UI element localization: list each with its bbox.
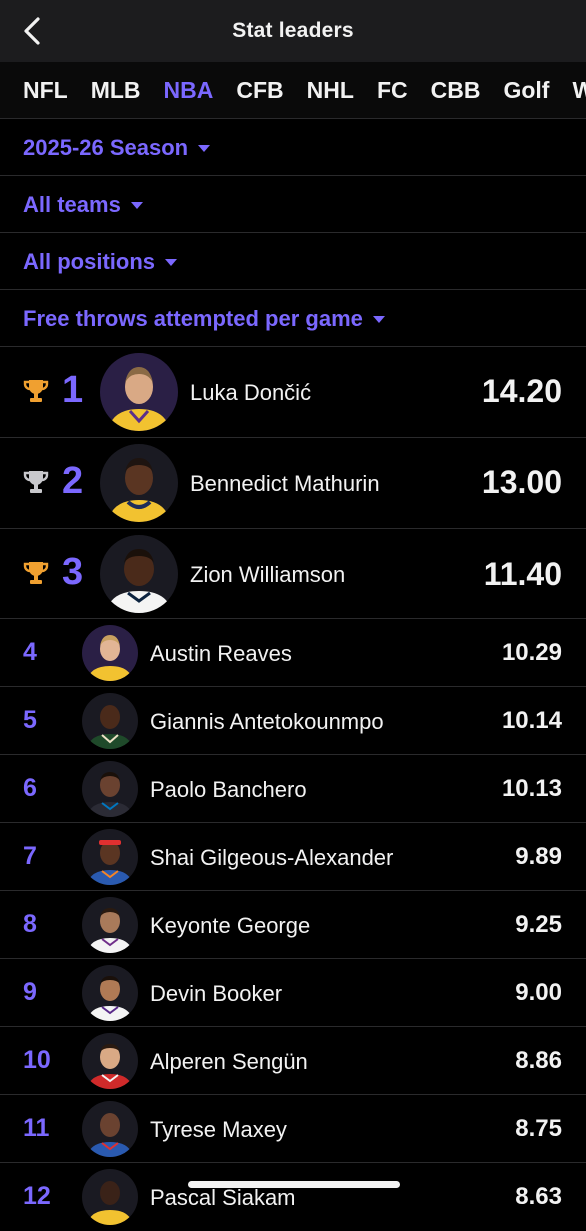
leader-row-4[interactable]: 4 Austin Reaves 10.29 [0,619,586,687]
caret-down-icon [165,259,177,266]
tab-nhl[interactable]: NHL [307,77,354,104]
tab-wnba[interactable]: WN [572,77,586,104]
player-avatar [100,535,178,613]
player-name: Tyrese Maxey [150,1117,287,1142]
player-name: Pascal Siakam [150,1185,296,1210]
rank-number: 1 [62,369,84,411]
rank-number: 10 [23,1046,51,1074]
stat-value: 8.75 [515,1115,562,1142]
nav-header: Stat leaders [0,0,586,62]
player-name: Bennedict Mathurin [190,471,380,496]
player-avatar [82,625,138,681]
tab-golf[interactable]: Golf [503,77,549,104]
leader-row-7[interactable]: 7 Shai Gilgeous-Alexander 9.89 [0,823,586,891]
rank-number: 4 [23,638,37,666]
league-tabs: NFL MLB NBA CFB NHL FC CBB Golf WN [0,62,586,119]
player-avatar [100,353,178,431]
player-name: Alperen Sengün [150,1049,308,1074]
player-name: Devin Booker [150,981,283,1006]
leader-row-12[interactable]: 12 Pascal Siakam 8.63 [0,1163,586,1231]
home-indicator[interactable] [188,1181,400,1188]
teams-dropdown[interactable]: All teams [0,177,586,233]
tab-nfl[interactable]: NFL [23,77,68,104]
stat-value: 9.25 [515,911,562,938]
leader-row-1[interactable]: 1 Luka Dončić 14.20 [0,347,586,438]
stat-value: 9.89 [515,843,562,870]
rank-number: 6 [23,774,37,802]
player-avatar [100,444,178,522]
player-name: Luka Dončić [190,380,312,405]
stat-value: 9.00 [515,979,562,1006]
player-avatar [82,1033,138,1089]
rank-number: 3 [62,551,84,593]
player-avatar [82,1169,138,1225]
tab-cfb[interactable]: CFB [236,77,283,104]
positions-label: All positions [23,248,155,274]
player-name: Zion Williamson [190,562,346,587]
player-name: Keyonte George [150,913,311,938]
leader-row-2[interactable]: 2 Bennedict Mathurin 13.00 [0,438,586,529]
player-name: Shai Gilgeous-Alexander [150,845,394,870]
player-avatar [82,761,138,817]
rank-number: 2 [62,460,84,502]
player-avatar [82,1101,138,1157]
player-name: Austin Reaves [150,641,292,666]
leader-row-3[interactable]: 3 Zion Williamson 11.40 [0,529,586,619]
tab-fc[interactable]: FC [377,77,408,104]
stat-value: 8.63 [515,1183,562,1210]
leader-row-11[interactable]: 11 Tyrese Maxey 8.75 [0,1095,586,1163]
tab-mlb[interactable]: MLB [91,77,141,104]
stat-value: 13.00 [481,464,562,500]
leader-row-6[interactable]: 6 Paolo Banchero 10.13 [0,755,586,823]
leader-row-9[interactable]: 9 Devin Booker 9.00 [0,959,586,1027]
rank-number: 11 [23,1114,50,1142]
gold-trophy-icon [22,377,50,410]
player-avatar [82,897,138,953]
player-avatar [82,829,138,885]
stat-value: 10.14 [501,707,562,734]
season-dropdown[interactable]: 2025-26 Season [0,120,586,176]
season-label: 2025-26 Season [23,134,189,160]
teams-label: All teams [23,191,121,217]
tab-cbb[interactable]: CBB [431,77,481,104]
rank-number: 7 [23,842,37,870]
stat-dropdown[interactable]: Free throws attempted per game [0,291,586,347]
rank-number: 5 [23,706,37,734]
caret-down-icon [130,202,143,209]
rank-number: 12 [23,1182,51,1210]
page-title: Stat leaders [232,19,354,42]
player-name: Giannis Antetokounmpo [150,709,384,734]
leader-row-8[interactable]: 8 Keyonte George 9.25 [0,891,586,959]
rank-number: 8 [23,910,37,938]
silver-trophy-icon [22,468,50,501]
stat-value: 11.40 [483,556,562,592]
leader-row-5[interactable]: 5 Giannis Antetokounmpo 10.14 [0,687,586,755]
player-avatar [82,693,138,749]
caret-down-icon [372,316,385,323]
stat-label: Free throws attempted per game [23,305,363,331]
leader-row-10[interactable]: 10 Alperen Sengün 8.86 [0,1027,586,1095]
stat-value: 8.86 [515,1047,562,1074]
stat-value: 14.20 [481,373,562,409]
caret-down-icon [198,145,211,152]
back-chevron-icon[interactable] [18,16,46,46]
rank-number: 9 [23,978,37,1006]
bronze-trophy-icon [22,559,50,592]
stat-value: 10.29 [501,639,562,666]
tab-nba[interactable]: NBA [164,77,214,104]
positions-dropdown[interactable]: All positions [0,234,586,290]
player-avatar [82,965,138,1021]
player-name: Paolo Banchero [150,777,307,802]
stat-value: 10.13 [501,775,562,802]
